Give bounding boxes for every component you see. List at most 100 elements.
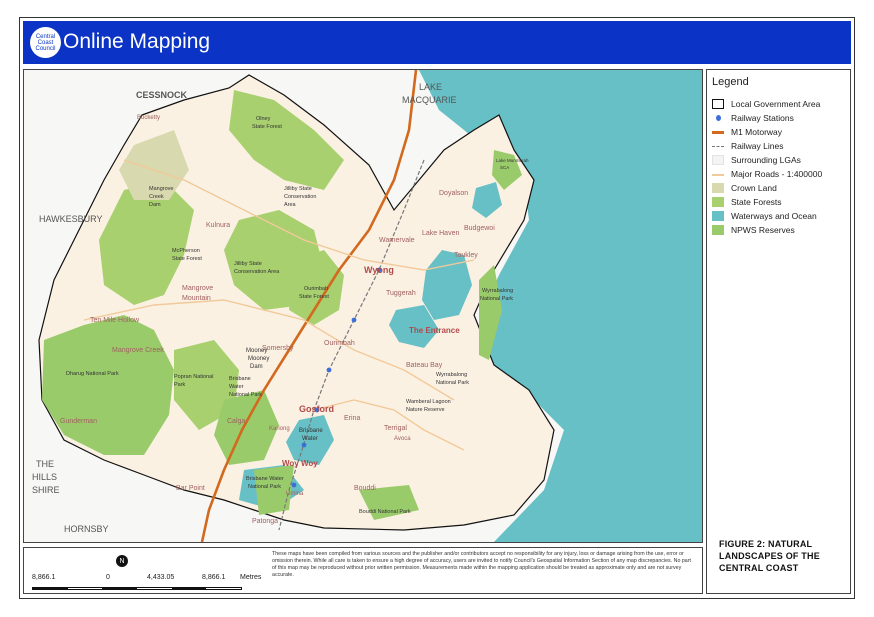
area-label-wamberal-2: Nature Reserve [406,407,445,413]
legend-label: Waterways and Ocean [731,211,817,221]
scale-labels: 8,866.1 0 4,433.05 8,866.1 Metres [32,574,277,584]
legend-panel: Legend Local Government Area Railway Stat… [706,69,851,594]
railway-station [351,317,357,323]
place-label-bar-point: Bar Point [176,485,205,492]
place-label-brisbane-water-2: Water [302,436,318,442]
area-label-mooney-1: Mooney [246,348,267,354]
legend-item-water: Waterways and Ocean [712,209,822,223]
area-label-olney-2: State Forest [252,124,282,130]
area-label-brisbane-np-1: Brisbane [229,376,251,382]
place-label-doyalson: Doyalson [439,190,468,197]
place-label-gosford: Gosford [299,404,334,414]
place-label-erina: Erina [344,415,360,422]
map-view[interactable]: CESSNOCK LAKE MACQUARIE HAWKESBURY THE H… [23,69,703,543]
place-label-kulnura: Kulnura [206,222,230,229]
station-icon [712,113,724,123]
legend-item-station: Railway Stations [712,111,822,125]
council-logo[interactable]: Central Coast Council [30,27,61,58]
place-label-avoca: Avoca [394,436,411,442]
legend-item-crown: Crown Land [712,181,822,195]
area-label-jilliby-1: Jilliby State [284,186,312,192]
area-label-munmorah-1: Lake Munmorah [496,158,529,163]
region-label-the-hills-3: SHIRE [32,485,60,495]
region-label-cessnock: CESSNOCK [136,90,188,100]
area-label-jilliby-3: Area [284,202,297,208]
area-label-wyrrabalong-b-1: Wyrrabalong [436,372,467,378]
brisbane-water-np-south [254,465,294,515]
forest-icon [712,197,724,207]
place-label-umina: Umina [286,491,304,497]
roads-icon [712,169,724,179]
legend-label: Railway Lines [731,141,784,151]
place-label-the-entrance: The Entrance [409,326,460,335]
place-label-lake-haven: Lake Haven [422,230,459,237]
area-label-mooney-3: Dam [250,364,263,370]
logo-line-3: Council [35,45,56,52]
legend-label: Surrounding LGAs [731,155,801,165]
scale-label: 8,866.1 [202,574,226,581]
area-label-mcpherson-2: State Forest [172,256,202,262]
scale-label: 8,866.1 [32,574,56,581]
scale-label: 0 [106,574,110,581]
water-icon [712,211,724,221]
scale-label: 4,433.05 [147,574,175,581]
legend-item-npws: NPWS Reserves [712,223,822,237]
legend-item-roads: Major Roads - 1:400000 [712,167,822,181]
place-label-gunderman: Gunderman [60,418,97,425]
place-label-bateau-bay: Bateau Bay [406,362,443,369]
place-label-mangrove-creek: Mangrove Creek [112,347,164,354]
legend-item-railway: Railway Lines [712,139,822,153]
scale-label: Metres [240,574,262,581]
area-label-dharug: Dharug National Park [66,371,119,377]
area-label-wyrrabalong-b-2: National Park [436,380,469,386]
area-label-brisbane-np-3: National Park [229,392,262,398]
railway-icon [712,141,724,151]
app-header: Central Coast Council Online Mapping [23,21,851,64]
place-label-patonga: Patonga [252,518,278,525]
place-label-tuggerah: Tuggerah [386,290,416,297]
railway-station [291,482,297,488]
legend-item-lga: Local Government Area [712,97,822,111]
lga-icon [712,99,724,109]
area-label-mangrove-dam-3: Dam [149,202,161,208]
region-label-the-hills-1: THE [36,459,54,469]
region-label-hornsby: HORNSBY [64,524,109,534]
disclaimer-text: These maps have been compiled from vario… [272,551,691,578]
area-label-brisbane-np-b-2: National Park [248,484,281,490]
legend-item-surrounding: Surrounding LGAs [712,153,822,167]
area-label-mangrove-dam-2: Creek [149,194,164,200]
railway-station [301,442,307,448]
area-label-bouddi-np: Bouddi National Park [359,509,411,515]
place-label-toukley: Toukley [454,252,478,259]
area-label-popran-1: Popran National [174,374,213,380]
railway-station [326,367,332,373]
legend-label: Railway Stations [731,113,794,123]
north-arrow-icon: N [116,555,128,567]
place-label-ourimbah: Ourimbah [324,340,355,347]
npws-icon [712,225,724,235]
motorway-icon [712,127,724,137]
area-label-ourimbah-sf-2: State Forest [299,294,329,300]
place-label-mangrove-mountain-2: Mountain [182,295,211,302]
legend-label: NPWS Reserves [731,225,795,235]
place-label-brisbane-water-1: Brisbane [299,428,323,434]
map-canvas[interactable]: CESSNOCK LAKE MACQUARIE HAWKESBURY THE H… [24,70,702,542]
place-label-warnervale: Warnervale [379,237,415,244]
area-label-ourimbah-sf-1: Ourimbah [304,286,328,292]
region-label-lake-macquarie-1: LAKE [419,82,442,92]
region-label-hawkesbury: HAWKESBURY [39,214,103,224]
place-label-wyong: Wyong [364,265,394,275]
legend-item-forest: State Forests [712,195,822,209]
area-label-munmorah-2: SCA [500,165,509,170]
map-footer: N 8,866.1 0 4,433.05 8,866.1 Metres Thes… [23,547,703,594]
region-label-the-hills-2: HILLS [32,472,57,482]
place-label-mangrove-mountain-1: Mangrove [182,285,213,292]
region-label-lake-macquarie-2: MACQUARIE [402,95,457,105]
place-label-woy-woy: Woy Woy [282,459,318,468]
area-label-jilliby-b-2: Conservation Area [234,269,280,275]
area-label-wamberal-1: Wamberal Lagoon [406,399,451,405]
area-label-mooney-2: Mooney [248,356,269,362]
area-label-jilliby-2: Conservation [284,194,316,200]
area-label-olney-1: Olney [256,116,271,122]
scale-bar [32,587,242,590]
